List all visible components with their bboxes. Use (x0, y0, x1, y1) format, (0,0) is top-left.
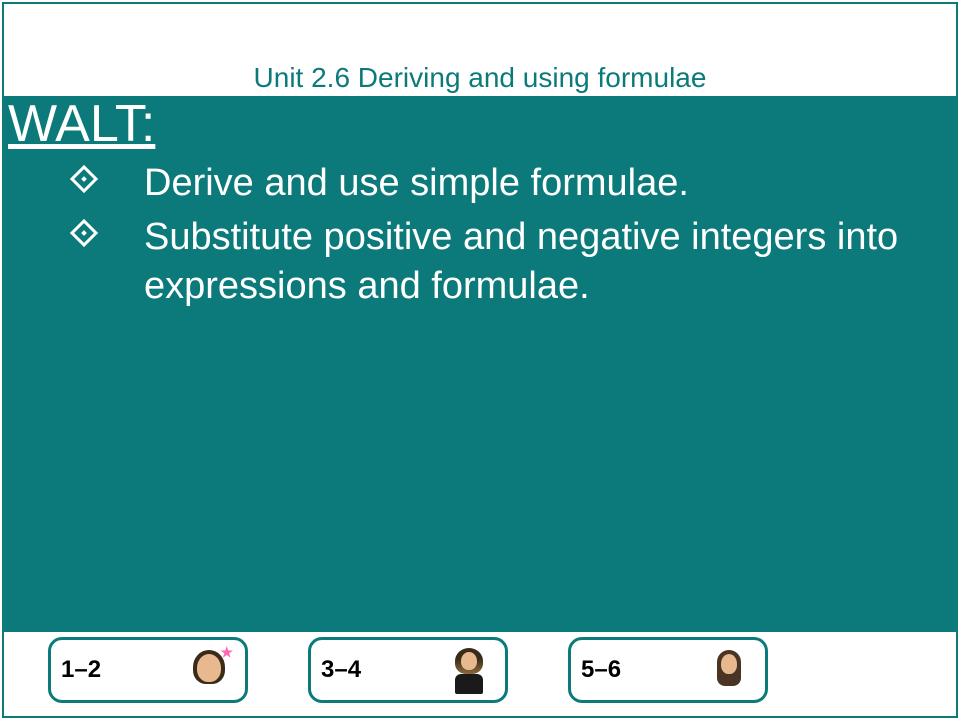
nav-button-5-6[interactable]: 5–6 (568, 637, 768, 703)
unit-title: Unit 2.6 Deriving and using formulae (254, 62, 707, 94)
objective-text: Substitute positive and negative integer… (144, 216, 898, 307)
content-panel: WALT: Derive and use simple formulae. Su… (4, 96, 956, 632)
nav-label: 3–4 (321, 656, 361, 684)
objective-text: Derive and use simple formulae. (144, 162, 689, 204)
diamond-bullet-icon (70, 165, 98, 193)
list-item: Substitute positive and negative integer… (74, 213, 946, 312)
walt-heading: WALT: (4, 96, 946, 153)
nav-button-3-4[interactable]: 3–4 (308, 637, 508, 703)
slide-header: Unit 2.6 Deriving and using formulae (4, 4, 956, 96)
avatar-icon (187, 648, 231, 692)
objectives-list: Derive and use simple formulae. Substitu… (4, 159, 946, 311)
avatar-icon (707, 648, 751, 692)
slide-frame: Unit 2.6 Deriving and using formulae WAL… (2, 2, 958, 718)
nav-button-1-2[interactable]: 1–2 (48, 637, 248, 703)
diamond-bullet-icon (70, 218, 98, 246)
list-item: Derive and use simple formulae. (74, 159, 946, 208)
nav-label: 1–2 (61, 656, 101, 684)
nav-footer: 1–2 3–4 5–6 (4, 630, 956, 710)
avatar-icon (447, 648, 491, 692)
nav-label: 5–6 (581, 656, 621, 684)
